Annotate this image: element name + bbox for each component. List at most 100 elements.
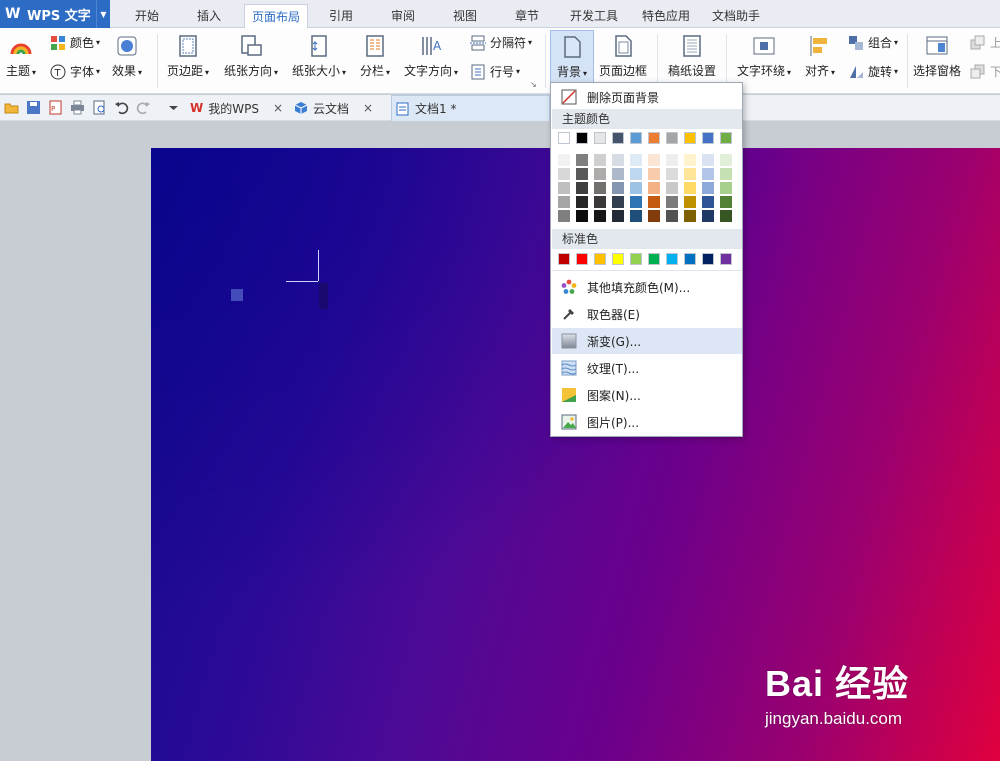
columns-button[interactable]: 分栏 ▾: [360, 34, 390, 79]
standard-color-swatch[interactable]: [594, 253, 606, 265]
selection-pane-button[interactable]: 选择窗格: [913, 34, 961, 79]
close-icon[interactable]: ×: [273, 101, 283, 115]
wrap-text-button[interactable]: 文字环绕 ▾: [737, 34, 791, 79]
theme-shade-swatch[interactable]: [684, 182, 696, 194]
theme-shade-swatch[interactable]: [576, 210, 588, 222]
theme-shade-swatch[interactable]: [594, 182, 606, 194]
doc-tab-document1[interactable]: 文档1 *: [391, 95, 550, 121]
theme-shade-swatch[interactable]: [666, 154, 678, 166]
theme-shade-swatch[interactable]: [630, 210, 642, 222]
print-icon[interactable]: [70, 100, 85, 115]
theme-shade-swatch[interactable]: [648, 196, 660, 208]
theme-shade-swatch[interactable]: [594, 168, 606, 180]
theme-shade-swatch[interactable]: [666, 168, 678, 180]
align-button[interactable]: 对齐 ▾: [805, 34, 835, 79]
tab-insert[interactable]: 插入: [184, 4, 234, 28]
tab-doc-assistant[interactable]: 文档助手: [704, 4, 768, 28]
rotate-button[interactable]: 旋转 ▾: [848, 63, 898, 80]
theme-shade-swatch[interactable]: [630, 196, 642, 208]
doc-tab-cloud-docs[interactable]: 云文档 ×: [290, 95, 390, 121]
group-button[interactable]: 组合 ▾: [848, 34, 898, 51]
theme-color-swatch[interactable]: [702, 132, 714, 144]
standard-color-swatch[interactable]: [666, 253, 678, 265]
menu-item-picture[interactable]: 图片(P)...: [552, 409, 742, 435]
send-backward-button[interactable]: 下: [970, 63, 1000, 80]
theme-shade-swatch[interactable]: [576, 168, 588, 180]
theme-color-swatch[interactable]: [720, 132, 732, 144]
paragraph-layout-icon[interactable]: [231, 289, 243, 301]
theme-shade-swatch[interactable]: [666, 196, 678, 208]
theme-shade-swatch[interactable]: [720, 196, 732, 208]
theme-shade-swatch[interactable]: [612, 168, 624, 180]
theme-color-swatch[interactable]: [684, 132, 696, 144]
theme-shade-swatch[interactable]: [576, 154, 588, 166]
theme-shade-swatch[interactable]: [684, 196, 696, 208]
theme-shade-swatch[interactable]: [594, 154, 606, 166]
theme-color-swatch[interactable]: [576, 132, 588, 144]
standard-color-swatch[interactable]: [558, 253, 570, 265]
theme-color-swatch[interactable]: [612, 132, 624, 144]
draft-paper-button[interactable]: 稿纸设置: [668, 34, 716, 79]
theme-shade-swatch[interactable]: [612, 182, 624, 194]
menu-item-eyedropper[interactable]: 取色器(E): [552, 301, 742, 327]
theme-shade-swatch[interactable]: [612, 210, 624, 222]
fonts-button[interactable]: T 字体 ▾: [50, 63, 100, 80]
theme-color-swatch[interactable]: [594, 132, 606, 144]
theme-shade-swatch[interactable]: [702, 196, 714, 208]
theme-shade-swatch[interactable]: [630, 182, 642, 194]
theme-shade-swatch[interactable]: [648, 154, 660, 166]
menu-item-texture[interactable]: 纹理(T)...: [552, 355, 742, 381]
tab-review[interactable]: 审阅: [378, 4, 428, 28]
redo-icon[interactable]: [136, 100, 151, 115]
standard-color-swatch[interactable]: [720, 253, 732, 265]
theme-shade-swatch[interactable]: [594, 196, 606, 208]
tab-view[interactable]: 视图: [440, 4, 490, 28]
theme-shade-swatch[interactable]: [648, 182, 660, 194]
bring-forward-button[interactable]: 上: [970, 34, 1000, 51]
line-numbers-button[interactable]: 行号 ▾: [470, 63, 520, 80]
theme-shade-swatch[interactable]: [648, 210, 660, 222]
theme-shade-swatch[interactable]: [558, 210, 570, 222]
export-pdf-icon[interactable]: P: [48, 100, 63, 115]
save-icon[interactable]: [26, 100, 41, 115]
standard-color-swatch[interactable]: [612, 253, 624, 265]
tab-references[interactable]: 引用: [316, 4, 366, 28]
theme-color-swatch[interactable]: [630, 132, 642, 144]
theme-shade-swatch[interactable]: [576, 182, 588, 194]
theme-shade-swatch[interactable]: [720, 210, 732, 222]
paper-size-button[interactable]: 纸张大小 ▾: [292, 34, 346, 79]
theme-shade-swatch[interactable]: [666, 210, 678, 222]
orientation-button[interactable]: 纸张方向 ▾: [224, 34, 278, 79]
standard-color-swatch[interactable]: [702, 253, 714, 265]
theme-shade-swatch[interactable]: [558, 168, 570, 180]
theme-shade-swatch[interactable]: [684, 210, 696, 222]
theme-shade-swatch[interactable]: [630, 154, 642, 166]
page-setup-launcher-icon[interactable]: ↘: [530, 80, 537, 89]
theme-shade-swatch[interactable]: [702, 210, 714, 222]
theme-shade-swatch[interactable]: [702, 154, 714, 166]
theme-shade-swatch[interactable]: [684, 168, 696, 180]
theme-shade-swatch[interactable]: [702, 168, 714, 180]
theme-shade-swatch[interactable]: [648, 168, 660, 180]
standard-color-swatch[interactable]: [684, 253, 696, 265]
theme-color-swatch[interactable]: [648, 132, 660, 144]
undo-icon[interactable]: [114, 100, 129, 115]
theme-button[interactable]: 主题 ▾: [6, 34, 36, 79]
theme-shade-swatch[interactable]: [720, 182, 732, 194]
doc-tab-my-wps[interactable]: W 我的WPS ×: [186, 95, 288, 121]
theme-shade-swatch[interactable]: [684, 154, 696, 166]
print-preview-icon[interactable]: [92, 100, 107, 115]
tab-page-layout[interactable]: 页面布局: [244, 4, 308, 29]
tab-home[interactable]: 开始: [122, 4, 172, 28]
page-border-button[interactable]: 页面边框: [599, 34, 647, 79]
tab-special-apps[interactable]: 特色应用: [634, 4, 698, 28]
standard-color-swatch[interactable]: [648, 253, 660, 265]
breaks-button[interactable]: 分隔符 ▾: [470, 34, 532, 51]
colors-button[interactable]: 颜色 ▾: [50, 34, 100, 51]
theme-shade-swatch[interactable]: [630, 168, 642, 180]
menu-item-more-colors[interactable]: 其他填充颜色(M)...: [552, 274, 742, 300]
background-button[interactable]: 背景 ▾: [550, 30, 594, 84]
margins-button[interactable]: 页边距 ▾: [167, 34, 209, 79]
chevron-down-icon[interactable]: [166, 100, 181, 115]
standard-color-swatch[interactable]: [576, 253, 588, 265]
